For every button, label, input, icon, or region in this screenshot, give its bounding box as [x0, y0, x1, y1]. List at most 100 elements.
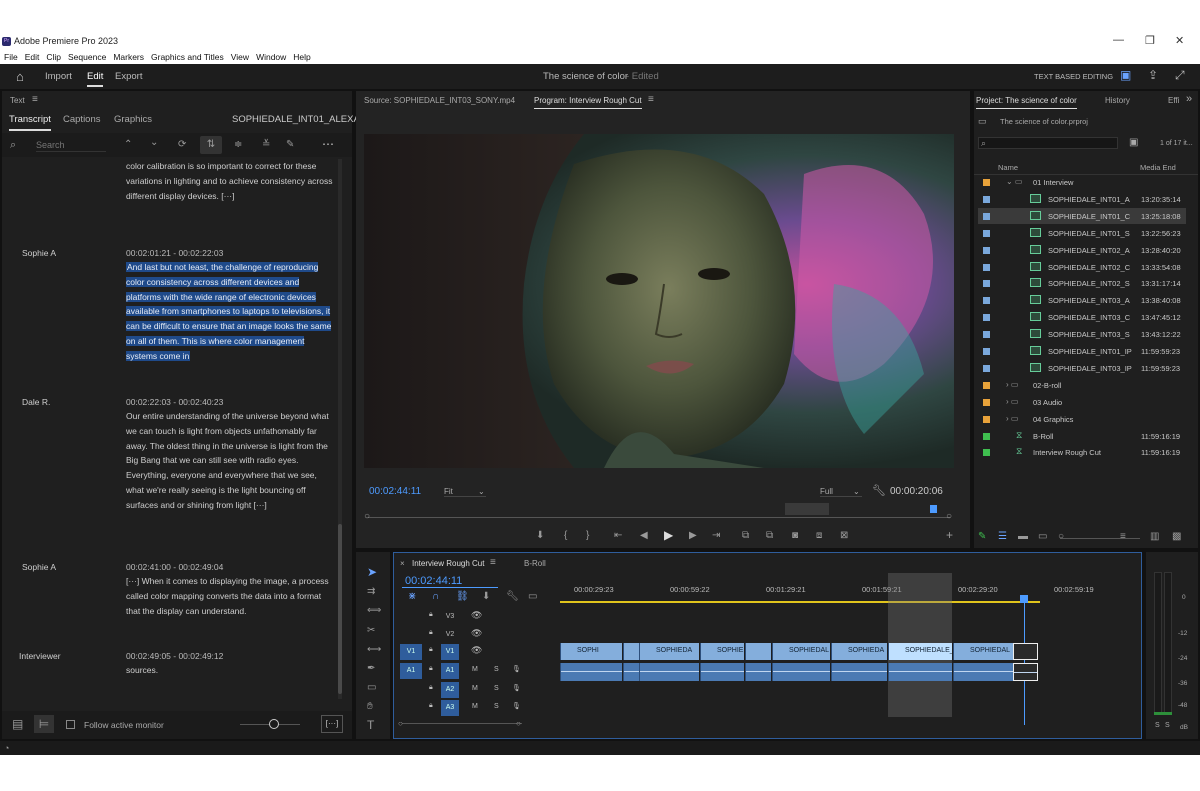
- mute-button[interactable]: M: [472, 666, 478, 673]
- label-color-swatch[interactable]: [983, 432, 990, 440]
- magnet-icon[interactable]: ∩: [432, 592, 439, 602]
- label-color-swatch[interactable]: [983, 331, 990, 339]
- track-select-icon[interactable]: ⇉: [367, 587, 375, 597]
- audio-clip[interactable]: [623, 663, 639, 681]
- video-clip[interactable]: SOPHIEDA: [639, 643, 699, 660]
- home-icon[interactable]: ⌂: [16, 69, 24, 84]
- source-monitor-tab[interactable]: Source: SOPHIEDALE_INT03_SONY.mp4: [364, 96, 515, 105]
- timeline-zoom-scroll[interactable]: [402, 723, 522, 724]
- track-name[interactable]: A3: [441, 700, 459, 716]
- project-item[interactable]: ⧖ B-Roll 11:59:16:19: [978, 428, 1186, 445]
- ripple-edit-icon[interactable]: ⟺: [367, 606, 381, 616]
- scroll-handle-right[interactable]: ○: [516, 719, 521, 729]
- label-color-swatch[interactable]: [983, 398, 990, 406]
- playhead-marker[interactable]: [930, 505, 937, 513]
- step-back-icon[interactable]: ◀: [640, 531, 648, 541]
- refresh-icon[interactable]: ⟳: [178, 140, 186, 150]
- label-color-swatch[interactable]: [983, 364, 990, 372]
- folder-icon[interactable]: ⌄ ▭: [1006, 177, 1022, 186]
- project-item[interactable]: SOPHIEDALE_INT01_S 13:22:56:23: [978, 225, 1186, 242]
- folder-icon[interactable]: › ▭: [1006, 414, 1018, 423]
- transcript-text[interactable]: color calibration is so important to cor…: [126, 159, 336, 203]
- label-color-swatch[interactable]: [983, 229, 990, 237]
- lock-icon[interactable]: 🔒︎: [429, 646, 433, 654]
- video-clip[interactable]: SOPHIEDAL: [772, 643, 830, 660]
- label-color-swatch[interactable]: [983, 348, 990, 355]
- menu-clip[interactable]: Clip: [46, 50, 61, 64]
- thumb-size-slider[interactable]: [1060, 538, 1140, 539]
- audio-clip[interactable]: [888, 663, 952, 681]
- video-clip[interactable]: SOPHIEDA: [831, 643, 887, 660]
- audio-clip[interactable]: [1013, 663, 1038, 681]
- video-clip[interactable]: SOPHIEDAL: [953, 643, 1013, 660]
- play-icon[interactable]: ▶: [664, 529, 673, 541]
- trash-icon[interactable]: ▩: [1172, 532, 1181, 542]
- pen-tool-icon[interactable]: ✒: [367, 664, 375, 674]
- linked-selection-icon[interactable]: ⛓︎: [456, 592, 469, 602]
- playhead-marker[interactable]: [1020, 595, 1028, 603]
- eye-icon[interactable]: 👁︎: [471, 645, 482, 656]
- project-item[interactable]: SOPHIEDALE_INT01_A 13:20:35:14: [978, 191, 1186, 208]
- solo-button[interactable]: S: [494, 666, 499, 673]
- slider-handle[interactable]: ○: [1058, 532, 1064, 542]
- restore-icon[interactable]: ❐: [1145, 34, 1155, 47]
- close-tab-icon[interactable]: ×: [400, 559, 405, 568]
- menu-view[interactable]: View: [231, 50, 249, 64]
- label-color-swatch[interactable]: [983, 449, 990, 457]
- vr-icon[interactable]: ⊠: [840, 531, 848, 541]
- hand-tool-icon[interactable]: ✋︎: [367, 702, 373, 712]
- mark-in-icon[interactable]: {: [564, 531, 567, 541]
- go-to-in-icon[interactable]: ⇤: [614, 531, 622, 541]
- mute-button[interactable]: M: [472, 703, 478, 710]
- close-icon[interactable]: ✕: [1175, 34, 1184, 47]
- icon-view-icon[interactable]: ▬: [1018, 532, 1028, 542]
- tab-interview-rough-cut[interactable]: Interview Rough Cut: [412, 559, 484, 568]
- eye-icon[interactable]: 👁︎: [471, 610, 482, 621]
- video-clip[interactable]: [745, 643, 771, 660]
- panel-menu-icon[interactable]: ≡: [32, 94, 38, 105]
- go-to-out-icon[interactable]: ⇥: [712, 531, 720, 541]
- tab-history[interactable]: History: [1105, 96, 1130, 105]
- project-item[interactable]: SOPHIEDALE_INT03_S 13:43:12:22: [978, 326, 1186, 343]
- video-clip[interactable]: [1013, 643, 1038, 660]
- project-item[interactable]: SOPHIEDALE_INT02_S 13:31:17:14: [978, 275, 1186, 292]
- playhead-bar[interactable]: [368, 517, 950, 518]
- rectangle-tool-icon[interactable]: ▭: [367, 683, 376, 693]
- split-segment-icon[interactable]: ⇅: [200, 136, 222, 154]
- folder-icon[interactable]: › ▭: [1006, 397, 1018, 406]
- extract-icon[interactable]: ⧉: [766, 531, 773, 541]
- wrench-icon[interactable]: 🔧︎: [506, 592, 519, 602]
- menu-graphics-and-titles[interactable]: Graphics and Titles: [151, 50, 224, 64]
- label-color-swatch[interactable]: [983, 381, 990, 389]
- chevron-up-icon[interactable]: ⌃: [124, 140, 132, 150]
- add-marker-icon[interactable]: ⬇: [482, 592, 490, 602]
- caption-icon[interactable]: ▤: [12, 718, 23, 730]
- work-area-bar[interactable]: [560, 601, 1040, 603]
- tab-b-roll[interactable]: B-Roll: [524, 559, 546, 568]
- timeline-timecode[interactable]: 00:02:44:11: [405, 575, 462, 587]
- slip-tool-icon[interactable]: ⟷: [367, 645, 381, 655]
- column-name[interactable]: Name: [998, 163, 1018, 172]
- overflow-icon[interactable]: »: [1186, 93, 1192, 105]
- label-color-swatch[interactable]: [983, 280, 990, 288]
- audio-clip[interactable]: [560, 663, 622, 681]
- project-item[interactable]: SOPHIEDALE_INT02_C 13:33:54:08: [978, 259, 1186, 276]
- new-item-icon[interactable]: ▥: [1150, 532, 1159, 542]
- type-tool-icon[interactable]: T: [367, 719, 374, 731]
- more-options-icon[interactable]: ⋯: [322, 138, 334, 150]
- menu-file[interactable]: File: [4, 50, 18, 64]
- camera-icon[interactable]: ◙: [792, 531, 798, 541]
- label-color-swatch[interactable]: [983, 195, 990, 203]
- speaker-name[interactable]: Sophie A: [22, 248, 56, 258]
- solo-left-button[interactable]: S: [1155, 722, 1160, 729]
- menu-help[interactable]: Help: [293, 50, 310, 64]
- transcript-scrollbar[interactable]: [338, 159, 342, 699]
- project-item[interactable]: ⧖ Interview Rough Cut 11:59:16:19: [978, 444, 1186, 461]
- transcript-text[interactable]: [···] When it comes to displaying the im…: [126, 574, 336, 618]
- tab-graphics[interactable]: Graphics: [114, 114, 152, 125]
- compare-icon[interactable]: ⧈: [816, 531, 822, 541]
- transcript-search-input[interactable]: [36, 138, 106, 152]
- time-ruler[interactable]: 00:00:29:23 00:00:59:22 00:01:29:21 00:01:5…: [560, 581, 1140, 601]
- solo-button[interactable]: S: [494, 703, 499, 710]
- menu-markers[interactable]: Markers: [113, 50, 144, 64]
